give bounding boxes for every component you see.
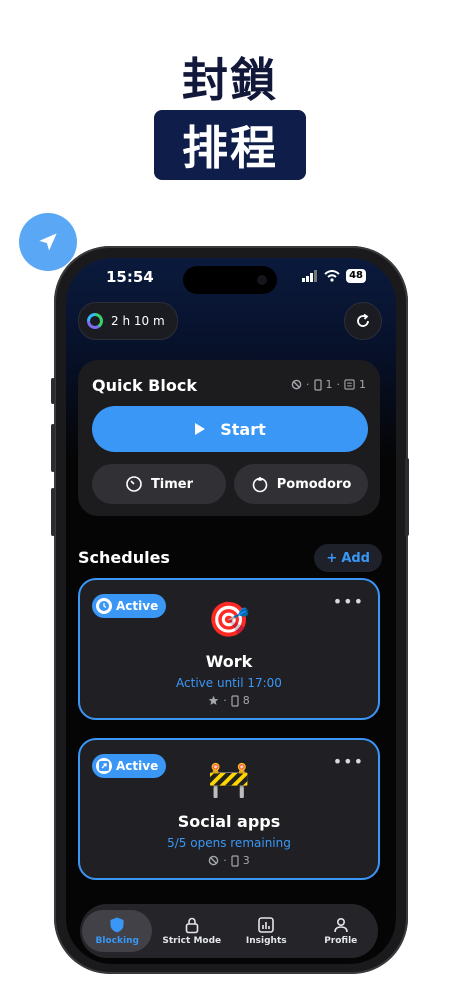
shield-icon: [110, 917, 124, 933]
tab-label: Blocking: [95, 936, 139, 946]
phone-icon: [231, 694, 239, 707]
dynamic-island: [183, 266, 277, 294]
schedule-card-social-apps[interactable]: Active ••• 🚧 Social apps 5/5 opens remai…: [78, 738, 380, 880]
camera-icon: [257, 275, 267, 285]
start-button[interactable]: Start: [92, 406, 368, 452]
quick-block-card: Quick Block · 1 · 1 Start Timer Pomodoro: [78, 360, 380, 516]
tab-bar: Blocking Strict Mode Insights Profile: [80, 904, 378, 958]
list-icon: [344, 379, 355, 390]
schedule-name: Social apps: [177, 812, 281, 831]
tab-label: Profile: [324, 936, 358, 946]
schedule-meta: · 3: [80, 854, 378, 867]
status-time: 15:54: [106, 268, 154, 286]
tab-insights[interactable]: Insights: [231, 916, 301, 946]
tab-label: Strict Mode: [162, 936, 222, 946]
play-icon: [195, 423, 206, 435]
add-schedule-button[interactable]: + Add: [314, 544, 382, 572]
schedule-subtitle: Active until 17:00: [176, 676, 282, 690]
schedule-subtitle: 5/5 opens remaining: [167, 836, 291, 850]
quick-block-site-count: 1: [359, 378, 366, 391]
pomodoro-label: Pomodoro: [276, 476, 352, 492]
star-icon: [208, 695, 219, 705]
lock-icon: [185, 917, 199, 934]
schedule-meta: · 8: [80, 694, 378, 707]
tab-strict-mode[interactable]: Strict Mode: [157, 916, 227, 946]
start-label: Start: [220, 419, 266, 439]
refresh-button[interactable]: [344, 302, 382, 340]
phone-volume-down: [51, 488, 55, 536]
phone-icon: [313, 378, 322, 391]
tab-profile[interactable]: Profile: [306, 916, 376, 946]
quick-block-app-count: 1: [325, 378, 333, 391]
focus-duration: 2 h 10 m: [111, 314, 165, 328]
progress-ring-icon: [87, 313, 103, 329]
timer-label: Timer: [150, 476, 194, 492]
phone-icon: [231, 854, 239, 867]
block-icon: [291, 379, 302, 390]
schedule-app-count: 3: [242, 854, 250, 867]
tab-blocking[interactable]: Blocking: [82, 910, 153, 952]
pomodoro-button[interactable]: Pomodoro: [234, 464, 368, 504]
schedule-name: Work: [205, 652, 253, 671]
construction-barrier-icon: 🚧: [207, 760, 251, 800]
send-icon: [19, 213, 77, 271]
headline-highlight-box: 排程: [154, 110, 306, 180]
signal-icon: [302, 270, 318, 282]
timer-button[interactable]: Timer: [92, 464, 226, 504]
target-icon: 🎯: [207, 600, 251, 640]
phone-power-button: [405, 458, 409, 536]
phone-volume-up: [51, 424, 55, 472]
bar-chart-icon: [258, 917, 275, 933]
plus-icon: +: [326, 550, 338, 566]
status-indicators: 48: [302, 269, 366, 283]
schedules-heading: Schedules: [78, 548, 170, 567]
quick-block-meta: · 1 · 1: [291, 378, 366, 391]
timer-icon: [126, 476, 142, 492]
wifi-icon: [324, 270, 340, 282]
app-screen: 15:54 48 2 h 10 m Quick Block · 1 · 1 St…: [66, 258, 396, 964]
phone-mute-switch: [51, 378, 55, 404]
schedule-app-count: 8: [242, 694, 250, 707]
tomato-icon: [252, 477, 268, 493]
headline-line-2: 排程: [182, 121, 278, 175]
person-icon: [333, 917, 348, 933]
quick-block-title: Quick Block: [92, 376, 197, 395]
refresh-icon: [357, 313, 369, 327]
tab-label: Insights: [245, 936, 287, 946]
add-label: Add: [341, 550, 370, 566]
schedule-card-work[interactable]: Active ••• 🎯 Work Active until 17:00 · 8: [78, 578, 380, 720]
block-icon: [208, 855, 219, 866]
headline-line-1: 封鎖: [182, 53, 278, 107]
focus-time-chip[interactable]: 2 h 10 m: [78, 302, 178, 340]
battery-indicator: 48: [346, 269, 366, 283]
